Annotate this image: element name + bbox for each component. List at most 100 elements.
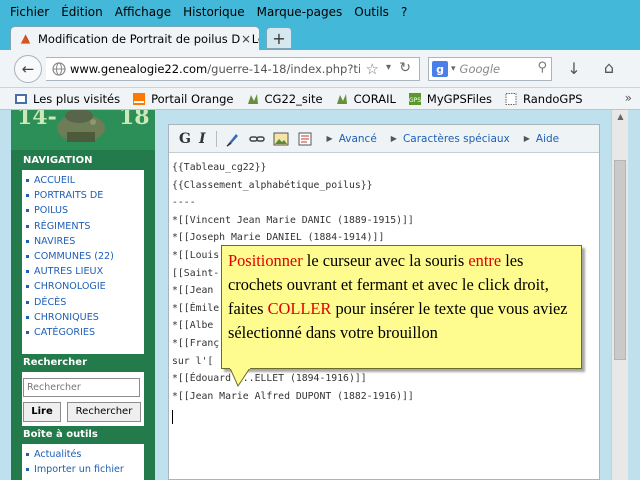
url-bar[interactable]: www.genealogie22.com/guerre-14-18/index.… bbox=[46, 57, 420, 81]
callout-coller: COLLER bbox=[267, 299, 332, 318]
svg-text:GPS: GPS bbox=[409, 97, 421, 104]
search-placeholder: Google bbox=[459, 62, 501, 76]
bookmark-label: MyGPSFiles bbox=[426, 91, 493, 106]
bookmarks-bar: Les plus visités Portail Orange CG22_sit… bbox=[0, 88, 640, 110]
editor-line: *[[Vincent Jean Marie DANIC (1889-1915)]… bbox=[172, 214, 414, 226]
tab-active[interactable]: Modification de Portrait de poilus D - L… bbox=[10, 26, 260, 50]
nav-item-portraits[interactable]: PORTRAITS DE bbox=[24, 188, 144, 203]
sidebar: 14- 18 NAVIGATION ACCUEIL PORTRAITS DE P… bbox=[11, 110, 155, 480]
gps-icon: GPS bbox=[409, 92, 421, 105]
tab-title: Modification de Portrait de poilus D - L… bbox=[38, 31, 259, 46]
url-path: /guerre-14-18/index.php?title= bbox=[207, 62, 360, 76]
reload-icon[interactable]: ↻ bbox=[399, 60, 411, 76]
new-tab-button[interactable]: + bbox=[266, 27, 292, 49]
tab-strip: Modification de Portrait de poilus D - L… bbox=[0, 24, 640, 50]
tools-list: Actualités Importer un fichier bbox=[22, 444, 144, 477]
link-icon[interactable] bbox=[248, 131, 265, 147]
nav-item-communes[interactable]: COMMUNES (22) bbox=[24, 249, 144, 264]
search-engine-dropdown-icon[interactable]: ▾ bbox=[451, 64, 456, 74]
bookmark-label: RandoGPS bbox=[523, 91, 583, 106]
search-bar[interactable]: g ▾ Google ⚲ bbox=[428, 57, 552, 81]
arrow-left-icon: ← bbox=[21, 60, 35, 78]
page-icon bbox=[505, 92, 517, 105]
advanced-label: Avancé bbox=[338, 132, 377, 145]
tools-panel-title: Boîte à outils bbox=[22, 426, 144, 444]
scroll-up-icon[interactable]: ▲ bbox=[612, 112, 629, 128]
menu-help[interactable]: ? bbox=[401, 5, 407, 19]
url-text: www.genealogie22.com/guerre-14-18/index.… bbox=[70, 62, 360, 76]
text-caret bbox=[172, 410, 173, 424]
tab-close-icon[interactable]: × bbox=[241, 32, 251, 46]
home-icon[interactable]: ⌂ bbox=[598, 58, 620, 80]
triangle-right-icon: ▶ bbox=[390, 134, 397, 143]
image-icon[interactable] bbox=[273, 131, 289, 147]
menu-edition[interactable]: Édition bbox=[61, 5, 103, 19]
url-domain: www.genealogie22.com bbox=[70, 62, 208, 76]
triangle-right-icon: ▶ bbox=[523, 134, 530, 143]
special-chars-label: Caractères spéciaux bbox=[402, 132, 510, 145]
nav-item-deces[interactable]: DÉCÈS bbox=[24, 295, 144, 310]
bookmarks-icon bbox=[15, 93, 27, 104]
help-label: Aide bbox=[535, 132, 560, 145]
nav-item-categories[interactable]: CATÉGORIES bbox=[24, 325, 144, 340]
help-toggle[interactable]: ▶ Aide bbox=[524, 133, 559, 145]
nav-item-navires[interactable]: NAVIRES bbox=[24, 234, 144, 249]
site-logo[interactable]: 14- 18 bbox=[11, 110, 155, 150]
nav-item-autres-lieux[interactable]: AUTRES LIEUX bbox=[24, 264, 144, 279]
download-icon[interactable]: ↓ bbox=[564, 59, 584, 79]
nav-item-regiments[interactable]: RÉGIMENTS bbox=[24, 219, 144, 234]
special-chars-toggle[interactable]: ▶ Caractères spéciaux bbox=[391, 133, 510, 145]
tools-item-actualites[interactable]: Actualités bbox=[24, 447, 144, 462]
url-dropdown-icon[interactable]: ▾ bbox=[386, 62, 391, 73]
globe-icon bbox=[52, 62, 66, 76]
editor-line: {{Classement_alphabétique_poilus}} bbox=[172, 179, 373, 191]
lire-button[interactable]: Lire bbox=[23, 402, 61, 422]
menu-outils[interactable]: Outils bbox=[354, 5, 389, 19]
back-button[interactable]: ← bbox=[14, 55, 42, 83]
tools-item-importer[interactable]: Importer un fichier bbox=[24, 462, 144, 477]
nav-item-chroniques[interactable]: CHRONIQUES bbox=[24, 310, 144, 325]
callout-text: le curseur avec la souris bbox=[302, 251, 469, 270]
cg22-icon bbox=[336, 93, 347, 104]
navigation-title: NAVIGATION bbox=[22, 152, 144, 170]
search-panel-title: Rechercher bbox=[22, 354, 144, 372]
nav-item-chronologie[interactable]: CHRONOLOGIE bbox=[24, 279, 144, 294]
navigation-list: ACCUEIL PORTRAITS DE POILUS RÉGIMENTS NA… bbox=[22, 170, 144, 340]
menu-fichier[interactable]: Fichier bbox=[10, 5, 49, 19]
nav-item-poilus[interactable]: POILUS bbox=[24, 203, 144, 218]
instruction-callout: Positionner le curseur avec la souris en… bbox=[221, 245, 582, 369]
triangle-right-icon: ▶ bbox=[326, 134, 333, 143]
reference-book-icon[interactable] bbox=[297, 131, 313, 147]
bookmark-les-plus-visites[interactable]: Les plus visités bbox=[14, 92, 120, 106]
editor-line: ---- bbox=[172, 197, 196, 209]
signature-pen-icon[interactable] bbox=[225, 131, 241, 147]
bookmarks-overflow-icon[interactable]: » bbox=[625, 91, 632, 105]
italic-button[interactable]: I bbox=[199, 131, 206, 147]
menu-affichage[interactable]: Affichage bbox=[115, 5, 171, 19]
cg22-icon bbox=[247, 93, 258, 104]
rechercher-button[interactable]: Rechercher bbox=[67, 402, 141, 422]
page-scrollbar[interactable]: ▲ bbox=[611, 110, 628, 480]
bookmark-cg22-site[interactable]: CG22_site bbox=[246, 92, 323, 106]
editor-toolbar: G I ▶ Avancé ▶ Caractères spéciaux ▶ Aide bbox=[169, 125, 599, 153]
navigation-panel: NAVIGATION ACCUEIL PORTRAITS DE POILUS R… bbox=[22, 152, 144, 356]
bookmark-star-icon[interactable]: ☆ bbox=[366, 60, 379, 78]
bookmark-randogps[interactable]: RandoGPS bbox=[504, 92, 583, 106]
bookmark-label: CORAIL bbox=[353, 91, 396, 106]
bookmark-mygpsfiles[interactable]: GPS MyGPSFiles bbox=[408, 92, 492, 106]
scrollbar-thumb[interactable] bbox=[614, 160, 626, 360]
bookmark-label: CG22_site bbox=[264, 91, 323, 106]
bookmark-corail[interactable]: CORAIL bbox=[335, 92, 396, 106]
advanced-toggle[interactable]: ▶ Avancé bbox=[327, 133, 377, 145]
menu-bar: Fichier Édition Affichage Historique Mar… bbox=[0, 0, 640, 24]
sidebar-search-input[interactable]: Rechercher bbox=[23, 378, 140, 397]
google-icon[interactable]: g bbox=[432, 61, 448, 77]
nav-item-accueil[interactable]: ACCUEIL bbox=[24, 173, 144, 188]
menu-historique[interactable]: Historique bbox=[183, 5, 245, 19]
bookmark-portail-orange[interactable]: Portail Orange bbox=[132, 92, 234, 106]
favicon-icon bbox=[20, 33, 31, 44]
magnifier-icon[interactable]: ⚲ bbox=[537, 60, 547, 75]
bold-button[interactable]: G bbox=[179, 131, 191, 147]
callout-positionner: Positionner bbox=[228, 251, 303, 270]
menu-marque-pages[interactable]: Marque-pages bbox=[257, 5, 343, 19]
